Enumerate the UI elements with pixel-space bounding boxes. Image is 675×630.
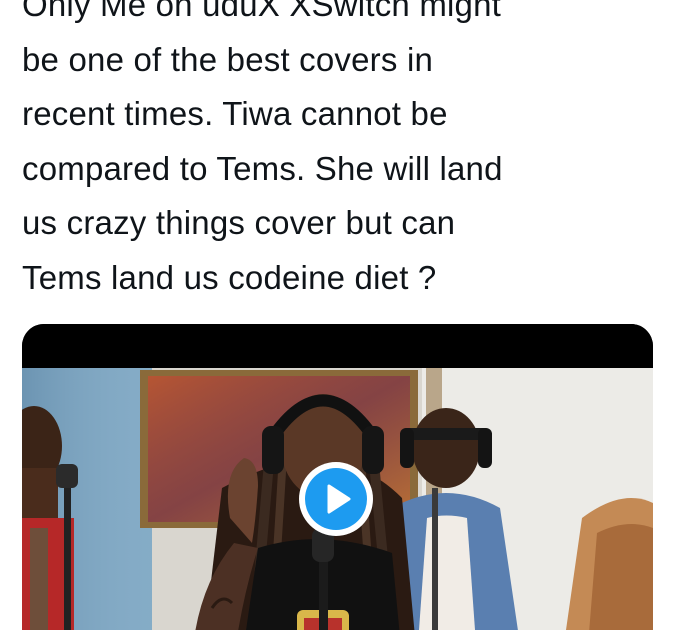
tweet: Only Me on uduX XSwitch might be one of … — [0, 0, 675, 630]
tweet-text-line: Only Me on uduX XSwitch might — [22, 0, 502, 23]
video-player[interactable] — [22, 324, 653, 630]
tweet-text: Only Me on uduX XSwitch might be one of … — [22, 0, 662, 305]
tweet-text-line: recent times. Tiwa cannot be — [22, 95, 448, 132]
play-button[interactable] — [299, 462, 373, 536]
tweet-text-line: Tems land us codeine diet ? — [22, 258, 437, 296]
tweet-text-line: us crazy things cover but can — [22, 204, 456, 241]
play-button-circle — [305, 468, 367, 530]
play-icon — [327, 484, 351, 514]
video-letterbox-bar — [22, 324, 653, 368]
tweet-text-line: be one of the best covers in — [22, 40, 434, 78]
tweet-text-line: compared to Tems. She will land — [22, 149, 503, 187]
